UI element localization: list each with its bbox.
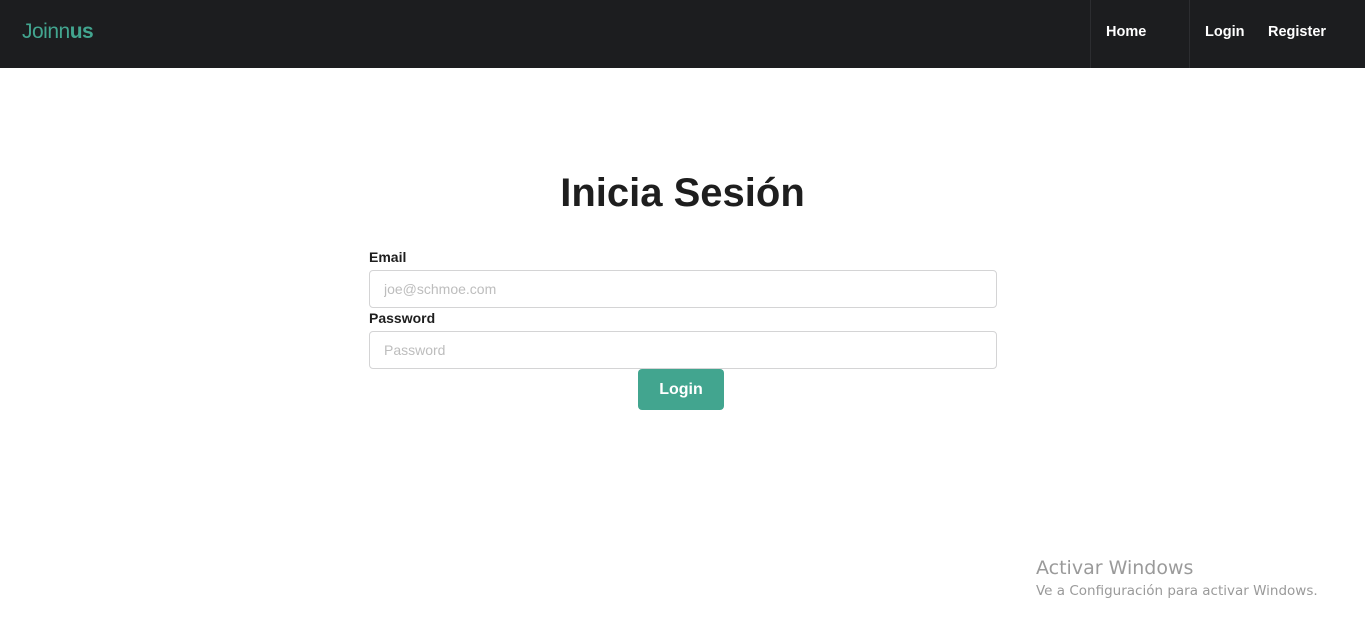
nav-link-home[interactable]: Home	[1106, 23, 1146, 41]
brand-logo[interactable]: Joinnus	[22, 19, 94, 45]
email-field[interactable]	[369, 270, 997, 308]
password-label: Password	[369, 310, 436, 326]
login-button[interactable]: Login	[638, 369, 724, 410]
windows-activation-subtitle: Ve a Configuración para activar Windows.	[1036, 583, 1318, 599]
nav-link-register[interactable]: Register	[1268, 23, 1326, 41]
top-navbar: Joinnus Home Login Register	[0, 0, 1365, 68]
brand-logo-bold: us	[69, 20, 94, 43]
page-title: Inicia Sesión	[560, 171, 805, 215]
password-field[interactable]	[369, 331, 997, 369]
nav-divider	[1090, 0, 1091, 68]
brand-logo-light: Joinn	[22, 20, 70, 43]
windows-activation-title: Activar Windows	[1036, 557, 1194, 579]
nav-divider	[1189, 0, 1190, 68]
nav-link-login[interactable]: Login	[1205, 23, 1244, 41]
email-label: Email	[369, 249, 407, 265]
